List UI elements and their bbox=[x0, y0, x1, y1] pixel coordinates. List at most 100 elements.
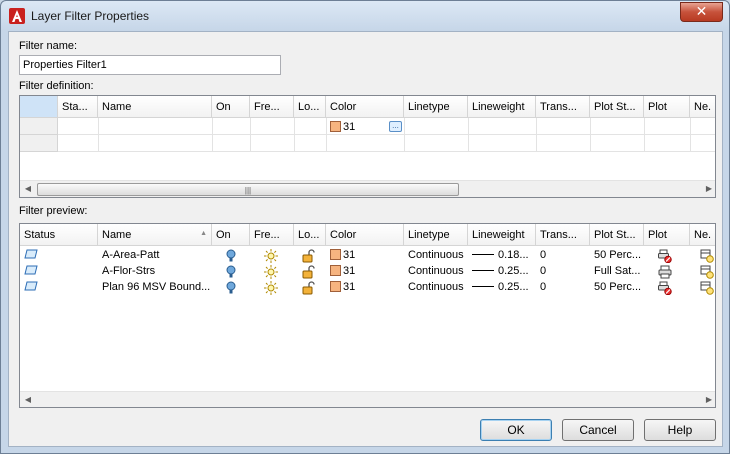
plot-cell[interactable] bbox=[654, 247, 684, 263]
new-vp-freeze-cell[interactable] bbox=[696, 247, 715, 263]
filter-definition-grid[interactable]: Sta... Name On Fre... Lo... Color Linety… bbox=[19, 95, 716, 198]
preview-col-new-vp-freeze[interactable]: Ne. bbox=[690, 224, 715, 246]
col-lineweight[interactable]: Lineweight bbox=[468, 96, 536, 118]
lightbulb-on-icon[interactable] bbox=[226, 281, 236, 295]
preview-col-lock[interactable]: Lo... bbox=[294, 224, 326, 246]
no-plot-printer-icon[interactable] bbox=[658, 281, 672, 295]
transparency-cell[interactable]: 0 bbox=[536, 247, 590, 263]
plot-cell[interactable] bbox=[654, 279, 684, 295]
printer-icon[interactable] bbox=[658, 265, 672, 279]
preview-scroll-right-arrow-icon[interactable]: ▶ bbox=[704, 395, 714, 405]
filter-name-input[interactable]: Properties Filter1 bbox=[19, 55, 281, 75]
color-cell[interactable]: 31 bbox=[326, 263, 396, 279]
plot-style-cell[interactable]: 50 Perc... bbox=[590, 247, 644, 263]
col-color[interactable]: Color bbox=[326, 96, 404, 118]
sun-thawed-icon[interactable] bbox=[264, 249, 278, 263]
transparency-cell[interactable]: 0 bbox=[536, 263, 590, 279]
definition-horizontal-scrollbar[interactable]: ◀ ||| ▶ bbox=[20, 180, 715, 197]
preview-col-plot[interactable]: Plot bbox=[644, 224, 690, 246]
scroll-left-arrow-icon[interactable]: ◀ bbox=[23, 184, 33, 194]
new-vp-freeze-cell[interactable] bbox=[696, 279, 715, 295]
status-cell[interactable] bbox=[20, 247, 98, 263]
col-new-vp-freeze[interactable]: Ne. bbox=[690, 96, 715, 118]
table-row[interactable]: A-Area-Patt 31 Continuous 0.18... 0 50 Perc..… bbox=[20, 247, 715, 263]
col-transparency[interactable]: Trans... bbox=[536, 96, 590, 118]
preview-col-name[interactable]: Name ▲ bbox=[98, 224, 212, 246]
layer-name[interactable]: Plan 96 MSV Bound... bbox=[98, 279, 212, 295]
lineweight-cell[interactable]: 0.18... bbox=[468, 247, 536, 263]
no-plot-printer-icon[interactable] bbox=[658, 249, 672, 263]
layer-name[interactable]: A-Area-Patt bbox=[98, 247, 212, 263]
col-lock[interactable]: Lo... bbox=[294, 96, 326, 118]
preview-col-linetype[interactable]: Linetype bbox=[404, 224, 468, 246]
color-browse-button[interactable]: ... bbox=[389, 121, 402, 132]
on-cell[interactable] bbox=[222, 263, 246, 279]
sun-thawed-icon[interactable] bbox=[264, 265, 278, 279]
color-cell[interactable]: 31 bbox=[326, 247, 396, 263]
lock-cell[interactable] bbox=[298, 263, 324, 279]
ok-button[interactable]: OK bbox=[480, 419, 552, 441]
color-cell[interactable]: 31 bbox=[326, 279, 396, 295]
col-linetype[interactable]: Linetype bbox=[404, 96, 468, 118]
preview-col-on[interactable]: On bbox=[212, 224, 250, 246]
preview-scroll-left-arrow-icon[interactable]: ◀ bbox=[23, 395, 33, 405]
preview-horizontal-scrollbar[interactable]: ◀ ▶ bbox=[20, 391, 715, 407]
preview-col-plot-style[interactable]: Plot St... bbox=[590, 224, 644, 246]
new-vp-freeze-cell[interactable] bbox=[696, 263, 715, 279]
lineweight-cell[interactable]: 0.25... bbox=[468, 279, 536, 295]
scroll-right-arrow-icon[interactable]: ▶ bbox=[704, 184, 714, 194]
preview-col-color[interactable]: Color bbox=[326, 224, 404, 246]
title-bar[interactable]: Layer Filter Properties ✕ bbox=[1, 1, 729, 31]
preview-col-transparency[interactable]: Trans... bbox=[536, 224, 590, 246]
lightbulb-on-icon[interactable] bbox=[226, 265, 236, 279]
layer-name[interactable]: A-Flor-Strs bbox=[98, 263, 212, 279]
col-on[interactable]: On bbox=[212, 96, 250, 118]
lock-cell[interactable] bbox=[298, 279, 324, 295]
linetype-cell[interactable]: Continuous bbox=[404, 247, 468, 263]
linetype-cell[interactable]: Continuous bbox=[404, 279, 468, 295]
plot-cell[interactable] bbox=[654, 263, 684, 279]
layer-status-icon bbox=[24, 249, 38, 262]
row-header-1[interactable] bbox=[20, 118, 58, 135]
freeze-cell[interactable] bbox=[260, 247, 288, 263]
unlocked-padlock-icon[interactable] bbox=[302, 265, 316, 279]
preview-col-freeze[interactable]: Fre... bbox=[250, 224, 294, 246]
preview-col-status[interactable]: Status bbox=[20, 224, 98, 246]
plot-style-cell[interactable]: Full Sat... bbox=[590, 263, 644, 279]
status-cell[interactable] bbox=[20, 263, 98, 279]
row-header-2[interactable] bbox=[20, 135, 58, 152]
scrollbar-thumb[interactable]: ||| bbox=[37, 183, 459, 196]
unlocked-padlock-icon[interactable] bbox=[302, 281, 316, 295]
col-name[interactable]: Name bbox=[98, 96, 212, 118]
viewport-freeze-icon[interactable] bbox=[700, 249, 714, 263]
col-plot[interactable]: Plot bbox=[644, 96, 690, 118]
col-plot-style[interactable]: Plot St... bbox=[590, 96, 644, 118]
lineweight-cell[interactable]: 0.25... bbox=[468, 263, 536, 279]
plot-style-cell[interactable]: 50 Perc... bbox=[590, 279, 644, 295]
close-button[interactable]: ✕ bbox=[680, 2, 723, 22]
sun-thawed-icon[interactable] bbox=[264, 281, 278, 295]
viewport-freeze-icon[interactable] bbox=[700, 281, 714, 295]
linetype-cell[interactable]: Continuous bbox=[404, 263, 468, 279]
on-cell[interactable] bbox=[222, 279, 246, 295]
freeze-cell[interactable] bbox=[260, 279, 288, 295]
lineweight-value: 0.25... bbox=[498, 265, 529, 277]
lightbulb-on-icon[interactable] bbox=[226, 249, 236, 263]
preview-col-lineweight[interactable]: Lineweight bbox=[468, 224, 536, 246]
transparency-cell[interactable]: 0 bbox=[536, 279, 590, 295]
row-header-corner[interactable] bbox=[20, 96, 58, 118]
filter-preview-grid[interactable]: Status Name ▲ On Fre... Lo... Color Line… bbox=[19, 223, 716, 408]
col-status[interactable]: Sta... bbox=[58, 96, 98, 118]
table-row[interactable]: Plan 96 MSV Bound... 31 Continuous 0.25... 0… bbox=[20, 279, 715, 295]
lock-cell[interactable] bbox=[298, 247, 324, 263]
definition-color-cell[interactable]: 31 bbox=[326, 119, 386, 135]
on-cell[interactable] bbox=[222, 247, 246, 263]
cancel-button[interactable]: Cancel bbox=[562, 419, 634, 441]
unlocked-padlock-icon[interactable] bbox=[302, 249, 316, 263]
freeze-cell[interactable] bbox=[260, 263, 288, 279]
viewport-freeze-icon[interactable] bbox=[700, 265, 714, 279]
table-row[interactable]: A-Flor-Strs 31 Continuous 0.25... 0 Full Sat.… bbox=[20, 263, 715, 279]
help-button[interactable]: Help bbox=[644, 419, 716, 441]
status-cell[interactable] bbox=[20, 279, 98, 295]
col-freeze[interactable]: Fre... bbox=[250, 96, 294, 118]
